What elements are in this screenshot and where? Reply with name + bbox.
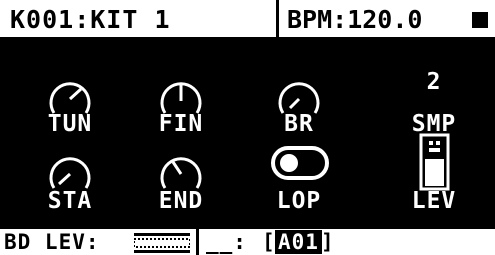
sample-slot[interactable]: A01 — [275, 230, 322, 254]
param-label: END — [158, 188, 204, 214]
stop-icon — [472, 12, 488, 28]
param-label: STA — [47, 188, 93, 214]
param-sta[interactable]: STA — [25, 133, 115, 213]
param-fin[interactable]: FIN — [136, 58, 226, 138]
knob-icon — [49, 82, 91, 114]
knob-icon — [160, 157, 202, 189]
footer-divider — [196, 229, 199, 255]
kit-name[interactable]: K001:KIT 1 — [10, 3, 171, 37]
track-param-label: BD LEV: — [4, 230, 100, 254]
param-label: LOP — [276, 188, 322, 214]
footer-bar: BD LEV: __: [ A01 ] — [0, 229, 495, 255]
lock-label: __: — [206, 230, 247, 254]
fader-icon — [419, 133, 450, 191]
param-smp[interactable]: 2 SMP — [389, 58, 479, 138]
param-label: LEV — [411, 188, 457, 214]
param-tun[interactable]: TUN — [25, 58, 115, 138]
param-value: 2 — [426, 69, 442, 95]
param-end[interactable]: END — [136, 133, 226, 213]
param-lev[interactable]: LEV — [389, 133, 479, 213]
knob-icon — [160, 82, 202, 114]
param-lop[interactable]: LOP — [254, 133, 344, 213]
level-meter-icon — [134, 233, 190, 253]
bpm-display[interactable]: BPM:120.0 — [287, 3, 422, 37]
knob-icon — [278, 82, 320, 114]
toggle-switch-icon — [271, 146, 329, 180]
knob-icon — [49, 157, 91, 189]
header-bar: K001:KIT 1 BPM:120.0 — [0, 0, 495, 40]
bracket-close: ] — [321, 230, 334, 254]
header-divider — [276, 0, 279, 40]
param-br[interactable]: BR — [254, 58, 344, 138]
bracket-open: [ — [262, 230, 275, 254]
